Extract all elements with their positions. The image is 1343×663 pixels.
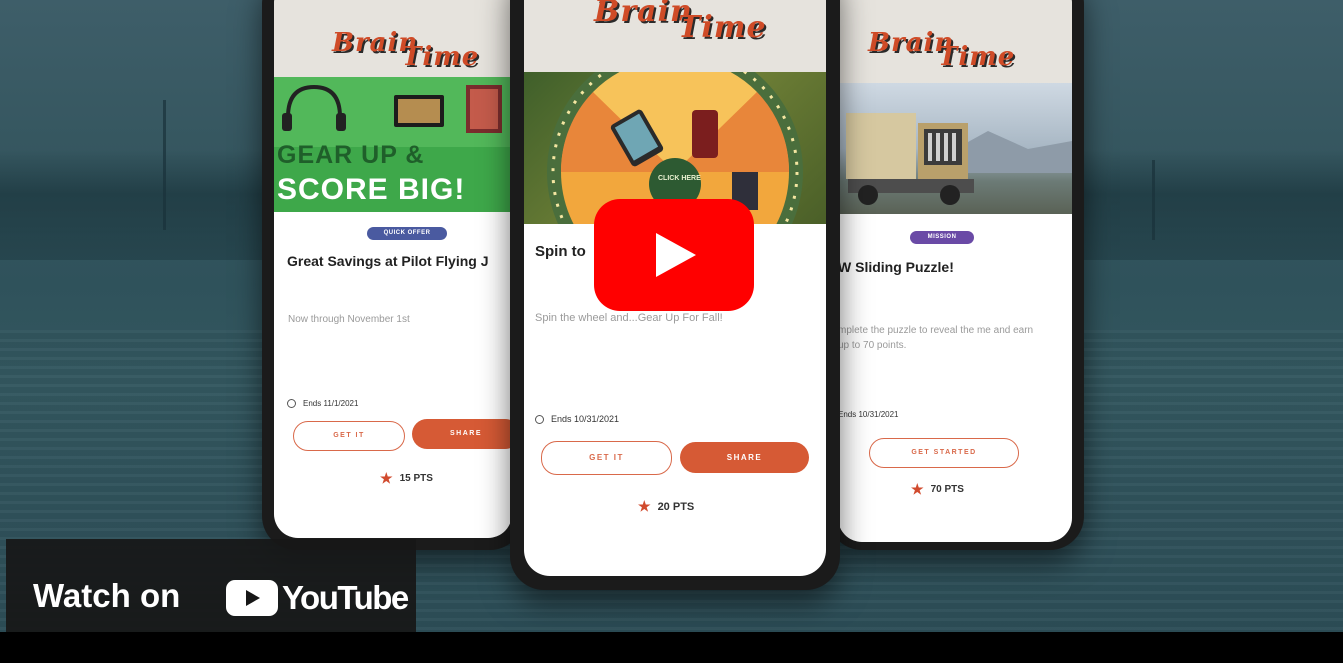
- card-description: mplete the puzzle to reveal the me and e…: [838, 325, 1034, 351]
- promo-text-1: GEAR UP &: [277, 141, 425, 169]
- card-description: Spin the wheel and...Gear Up For Fall!: [535, 312, 723, 324]
- star-icon: ★: [638, 498, 651, 514]
- promo-text-2: SCORE BIG!: [277, 173, 466, 206]
- youtube-wordmark: YouTube: [282, 579, 409, 616]
- quick-offer-badge: QUICK OFFER: [367, 227, 447, 240]
- get-it-button[interactable]: GET IT: [293, 421, 405, 451]
- star-icon: ★: [911, 481, 924, 497]
- phone-left: Brain Time GEAR UP & SCORE BIG! QUICK OF…: [262, 0, 524, 550]
- bottom-bar: [0, 632, 1343, 663]
- click-here-label: CLICK HERE: [658, 175, 701, 182]
- app-header: Brain Time: [274, 0, 512, 77]
- youtube-play-button[interactable]: [594, 199, 754, 311]
- clock-icon: [535, 414, 544, 424]
- phone-left-screen: Brain Time GEAR UP & SCORE BIG! QUICK OF…: [274, 0, 512, 538]
- get-started-button[interactable]: GET STARTED: [869, 438, 1019, 468]
- star-icon: ★: [380, 470, 393, 486]
- promo-image: GEAR UP & SCORE BIG!: [274, 77, 512, 212]
- card-title: W Sliding Puzzle!: [838, 259, 954, 275]
- offer-end-date: Ends 11/1/2021: [287, 399, 358, 408]
- watch-on-youtube-link[interactable]: Watch on YouTube: [6, 539, 416, 632]
- background-pole: [1152, 160, 1155, 240]
- offer-end-date: Ends 10/31/2021: [535, 414, 619, 424]
- clock-icon: [287, 399, 296, 408]
- app-header: Brain Time: [838, 0, 1072, 83]
- truck-icon: [846, 113, 1072, 205]
- card-title: Great Savings at Pilot Flying J: [287, 253, 489, 269]
- headset-icon: [282, 84, 502, 133]
- video-thumbnail[interactable]: Brain Time GEAR UP & SCORE BIG! QUICK OF…: [0, 0, 1343, 632]
- points-label: ★ 70 PTS: [911, 481, 964, 497]
- points-label: ★ 20 PTS: [638, 498, 695, 514]
- card-description: Now through November 1st: [288, 314, 410, 325]
- phone-right-screen: Brain Time MISSION W Sliding Puzzle! mpl…: [838, 0, 1072, 542]
- background-pole: [163, 100, 166, 230]
- get-it-button[interactable]: GET IT: [541, 441, 672, 475]
- points-label: ★ 15 PTS: [380, 470, 433, 486]
- youtube-logo-icon: [226, 580, 278, 616]
- youtube-logo: YouTube: [226, 579, 409, 617]
- mission-badge: MISSION: [910, 231, 974, 244]
- share-button[interactable]: SHARE: [412, 419, 512, 449]
- brain-time-logo: Brain Time: [332, 28, 480, 72]
- share-button[interactable]: SHARE: [680, 442, 809, 473]
- offer-end-date: Ends 10/31/2021: [838, 410, 899, 419]
- brain-time-logo: Brain Time: [594, 0, 767, 45]
- watch-on-label: Watch on: [33, 577, 181, 614]
- brain-time-logo: Brain Time: [868, 28, 1016, 72]
- phone-right: Brain Time MISSION W Sliding Puzzle! mpl…: [828, 0, 1084, 550]
- card-title: Spin to: [535, 243, 586, 260]
- app-header: Brain Time: [524, 0, 826, 72]
- truck-image: [838, 83, 1072, 214]
